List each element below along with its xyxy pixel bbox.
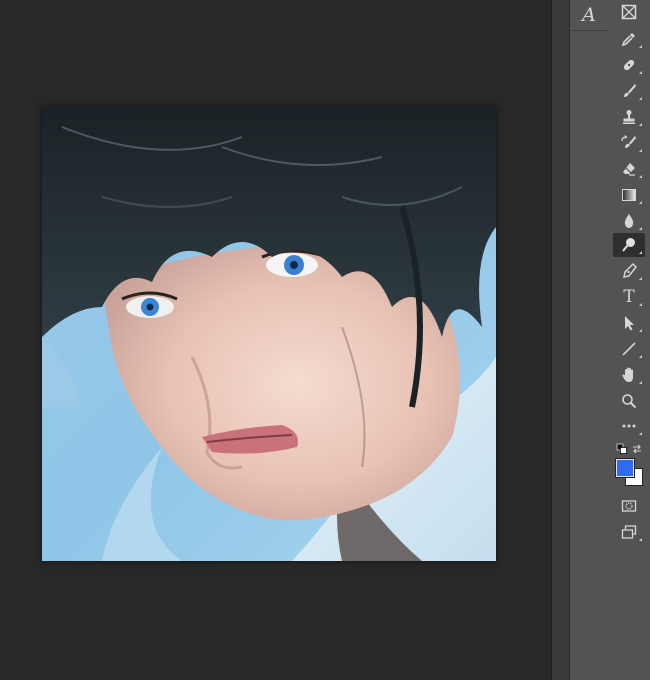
- line-tool[interactable]: [613, 337, 645, 361]
- screen-mode-icon: [621, 525, 637, 539]
- eyedropper-tool[interactable]: [613, 27, 645, 51]
- character-panel-button[interactable]: A: [570, 0, 608, 31]
- color-swatches: [613, 442, 647, 490]
- screen-mode-button[interactable]: [613, 520, 645, 544]
- hand-tool[interactable]: [613, 363, 645, 387]
- history-brush-icon: [621, 135, 636, 148]
- tool-flyout-indicator: [639, 175, 642, 178]
- tool-flyout-indicator: [639, 123, 642, 126]
- tool-flyout-indicator: [639, 355, 642, 358]
- tool-flyout-indicator: [639, 201, 642, 204]
- healing-brush-tool[interactable]: [613, 53, 645, 77]
- tool-flyout-indicator: [639, 251, 642, 254]
- gradient-tool[interactable]: [613, 183, 645, 207]
- tool-flyout-indicator: [639, 303, 642, 306]
- brush-icon: [624, 84, 636, 97]
- hand-icon: [622, 367, 633, 382]
- tool-flyout-indicator: [639, 538, 642, 541]
- path-selection-tool[interactable]: [613, 311, 645, 335]
- swap-colors-icon[interactable]: [631, 443, 643, 455]
- eraser-icon: [623, 163, 635, 176]
- collapsed-panel-dock: A: [569, 0, 609, 680]
- document-canvas-area[interactable]: [0, 0, 551, 680]
- tool-flyout-indicator: [639, 97, 642, 100]
- panel-dock-divider[interactable]: [551, 0, 570, 680]
- arrow-icon: [625, 316, 634, 331]
- tool-flyout-indicator: [639, 277, 642, 280]
- magnifier-icon: [622, 394, 637, 409]
- brush-tool[interactable]: [613, 79, 645, 103]
- foreground-color-swatch[interactable]: [615, 458, 635, 478]
- quick-mask-icon: [621, 500, 637, 512]
- tool-flyout-indicator: [639, 329, 642, 332]
- portrait-painting: [42, 107, 496, 561]
- tool-flyout-indicator: [639, 432, 642, 435]
- blur-tool[interactable]: [613, 209, 645, 233]
- line-icon: [622, 342, 636, 356]
- type-icon: T: [623, 286, 635, 307]
- character-panel-icon: A: [582, 3, 596, 26]
- quick-mask-button[interactable]: [613, 494, 645, 518]
- dodge-icon: [622, 238, 635, 252]
- tools-toolbar: T: [608, 0, 650, 680]
- tool-flyout-indicator: [639, 149, 642, 152]
- frame-icon: [621, 4, 637, 20]
- gradient-icon: [622, 189, 636, 201]
- eraser-tool[interactable]: [613, 157, 645, 181]
- zoom-tool[interactable]: [613, 389, 645, 413]
- pen-tool[interactable]: [613, 259, 645, 283]
- tool-flyout-indicator: [639, 381, 642, 384]
- type-tool[interactable]: T: [613, 285, 645, 309]
- more-icon: [622, 424, 636, 428]
- edit-toolbar[interactable]: [613, 414, 645, 438]
- stamp-icon: [623, 110, 635, 124]
- tool-flyout-indicator: [639, 71, 642, 74]
- history-brush-tool[interactable]: [613, 131, 645, 155]
- tool-flyout-indicator: [639, 45, 642, 48]
- frame-tool[interactable]: [613, 0, 645, 24]
- pen-icon: [623, 262, 637, 278]
- tool-flyout-indicator: [639, 227, 642, 230]
- drop-icon: [624, 214, 634, 228]
- eyedropper-icon: [621, 33, 635, 47]
- default-colors-icon[interactable]: [616, 443, 628, 455]
- clone-stamp-tool[interactable]: [613, 105, 645, 129]
- bandage-icon: [623, 59, 635, 71]
- artwork-image[interactable]: [42, 107, 496, 561]
- dodge-tool[interactable]: [613, 233, 645, 257]
